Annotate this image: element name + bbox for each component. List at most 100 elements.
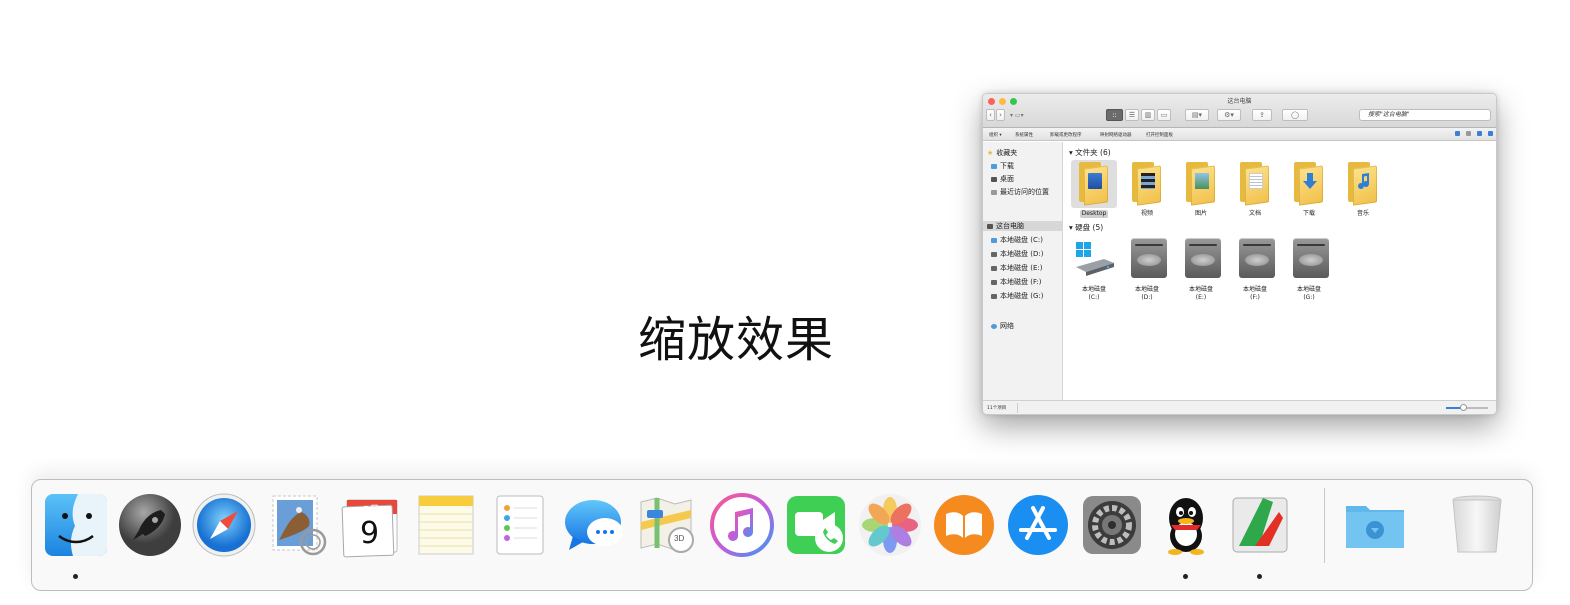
facetime-icon — [787, 496, 845, 554]
path-dropdown-icon[interactable]: ▾ ▭▾ — [1010, 112, 1024, 119]
view-options-icon[interactable] — [1455, 131, 1460, 136]
dock-item-facetime[interactable] — [783, 492, 849, 558]
sidebar-item-recent-places[interactable]: 最近访问的位置 — [991, 187, 1049, 197]
dock-item-app-store[interactable] — [1005, 492, 1071, 558]
item-count: 11个项目 — [987, 406, 1007, 411]
organize-menu[interactable]: 组织 ▾ — [989, 132, 1002, 138]
sidebar-item-drive-g[interactable]: 本地磁盘 (G:) — [991, 291, 1043, 301]
network-icon — [991, 323, 997, 329]
downloads-folder-icon — [1346, 506, 1404, 548]
dock-item-mail[interactable] — [265, 492, 331, 558]
folder-videos[interactable]: 视频 — [1122, 160, 1172, 218]
share-button[interactable]: ⇪ — [1252, 109, 1272, 121]
drive-e[interactable]: 本地磁盘 (E:) — [1176, 236, 1226, 302]
dock-item-reminders[interactable] — [487, 492, 553, 558]
dock-item-photos[interactable] — [857, 492, 923, 558]
view-columns-button[interactable]: ▥ — [1141, 109, 1155, 121]
preview-pane-icon[interactable] — [1477, 131, 1482, 136]
drive-icon — [991, 251, 997, 257]
maps-icon — [640, 497, 694, 553]
sidebar-item-downloads[interactable]: 下载 — [991, 161, 1014, 171]
folder-icon — [1286, 160, 1332, 208]
launchpad-icon — [119, 494, 181, 556]
toolbar: ‹ › ▾ ▭▾ :: ☰ ▥ ▭ ▤▾ ⚙▾ ⇪ ◯ 搜索"这台电脑" — [986, 109, 1491, 123]
view-list-button[interactable]: ☰ — [1125, 109, 1139, 121]
sidebar-item-drive-e[interactable]: 本地磁盘 (E:) — [991, 263, 1042, 273]
dropdown-icon[interactable] — [1466, 131, 1471, 136]
crossover-icon — [1232, 497, 1288, 553]
search-field[interactable]: 搜索"这台电脑" — [1359, 109, 1491, 121]
window-titlebar[interactable]: 这台电脑 ‹ › ▾ ▭▾ :: ☰ ▥ ▭ ▤▾ ⚙▾ ⇪ ◯ 搜索"这台电脑… — [983, 94, 1496, 128]
finder-icon — [45, 494, 107, 556]
hard-drive-icon — [1178, 236, 1224, 284]
dock-item-launchpad[interactable] — [117, 492, 183, 558]
dock-item-messages[interactable] — [561, 492, 627, 558]
dock-item-crossover[interactable] — [1227, 492, 1293, 579]
dock-item-safari[interactable] — [191, 492, 257, 558]
sidebar-item-drive-d[interactable]: 本地磁盘 (D:) — [991, 249, 1043, 259]
open-control-panel-button[interactable]: 打开控制面板 — [1146, 132, 1173, 138]
folder-music[interactable]: 音乐 — [1338, 160, 1388, 218]
map-network-drive-button[interactable]: 映射网络驱动器 — [1100, 132, 1132, 138]
dock-item-downloads[interactable] — [1342, 492, 1408, 558]
back-button[interactable]: ‹ — [986, 109, 995, 121]
folder-desktop[interactable]: Desktop — [1069, 160, 1119, 218]
forward-button[interactable]: › — [996, 109, 1005, 121]
notes-icon — [418, 495, 474, 555]
slider-knob[interactable] — [1459, 404, 1467, 411]
reminders-icon — [496, 495, 544, 555]
arrange-button[interactable]: ▤▾ — [1185, 109, 1209, 121]
dock-item-finder[interactable] — [43, 492, 109, 579]
tag-button[interactable]: ◯ — [1282, 109, 1308, 121]
photos-icon — [859, 494, 921, 556]
dock-item-trash[interactable] — [1444, 492, 1510, 558]
folder-icon — [1340, 160, 1386, 208]
folder-pictures[interactable]: 图片 — [1176, 160, 1226, 218]
help-icon[interactable] — [1488, 131, 1493, 136]
sidebar-item-this-pc[interactable]: 这台电脑 — [983, 221, 1063, 231]
messages-icon — [565, 500, 623, 550]
sidebar-header-favorites: ★ 收藏夹 — [987, 149, 1018, 157]
sidebar-item-drive-f[interactable]: 本地磁盘 (F:) — [991, 277, 1042, 287]
uninstall-programs-button[interactable]: 卸载或更改程序 — [1050, 132, 1082, 138]
sidebar-item-drive-c[interactable]: 本地磁盘 (C:) — [991, 235, 1043, 245]
dock-item-qq[interactable] — [1153, 492, 1219, 579]
dock-item-notes[interactable] — [413, 492, 479, 558]
calendar-day: 9 — [360, 516, 380, 551]
status-divider — [1017, 403, 1018, 413]
drive-g[interactable]: 本地磁盘 (G:) — [1284, 236, 1334, 302]
dock-item-system-preferences[interactable] — [1079, 492, 1145, 558]
computer-icon — [987, 223, 993, 229]
dock-item-maps[interactable]: 3D — [635, 492, 701, 558]
folder-downloads[interactable]: 下载 — [1284, 160, 1334, 218]
drive-icon — [991, 265, 997, 271]
running-indicator — [1257, 574, 1262, 579]
drive-f[interactable]: 本地磁盘 (F:) — [1230, 236, 1280, 302]
window-title: 这台电脑 — [1227, 98, 1252, 105]
hard-drive-icon — [1286, 236, 1332, 284]
action-button[interactable]: ⚙▾ — [1217, 109, 1241, 121]
view-coverflow-button[interactable]: ▭ — [1157, 109, 1171, 121]
safari-icon — [192, 493, 256, 557]
system-preferences-icon — [1083, 496, 1141, 554]
desktop-icon — [991, 176, 997, 182]
dock-separator — [1324, 488, 1325, 563]
dock-item-calendar[interactable]: 5月 9 — [339, 492, 405, 558]
finder-window[interactable]: 这台电脑 ‹ › ▾ ▭▾ :: ☰ ▥ ▭ ▤▾ ⚙▾ ⇪ ◯ 搜索"这台电脑… — [982, 93, 1497, 415]
icon-size-slider[interactable] — [1446, 404, 1488, 411]
running-indicator — [73, 574, 78, 579]
drives-section-header[interactable]: ▾ 硬盘 (5) — [1069, 222, 1103, 233]
drive-c[interactable]: 本地磁盘 (C:) — [1069, 236, 1119, 302]
system-properties-button[interactable]: 系统属性 — [1015, 132, 1033, 138]
view-icons-button[interactable]: :: — [1106, 109, 1123, 121]
drive-d[interactable]: 本地磁盘 (D:) — [1122, 236, 1172, 302]
desktop: 缩放效果 这台电脑 ‹ › ▾ ▭▾ :: ☰ ▥ ▭ ▤▾ ⚙▾ ⇪ ◯ 搜索… — [0, 0, 1570, 605]
folder-documents[interactable]: 文档 — [1230, 160, 1280, 218]
dock: 5月 9 3D — [31, 479, 1533, 591]
dock-item-itunes[interactable] — [709, 492, 775, 558]
sidebar-item-desktop[interactable]: 桌面 — [991, 174, 1014, 184]
folders-section-header[interactable]: ▾ 文件夹 (6) — [1069, 147, 1111, 158]
sidebar-item-network[interactable]: 网络 — [991, 321, 1014, 331]
windows-drive-icon — [1071, 236, 1117, 284]
dock-item-ibooks[interactable] — [931, 492, 997, 558]
